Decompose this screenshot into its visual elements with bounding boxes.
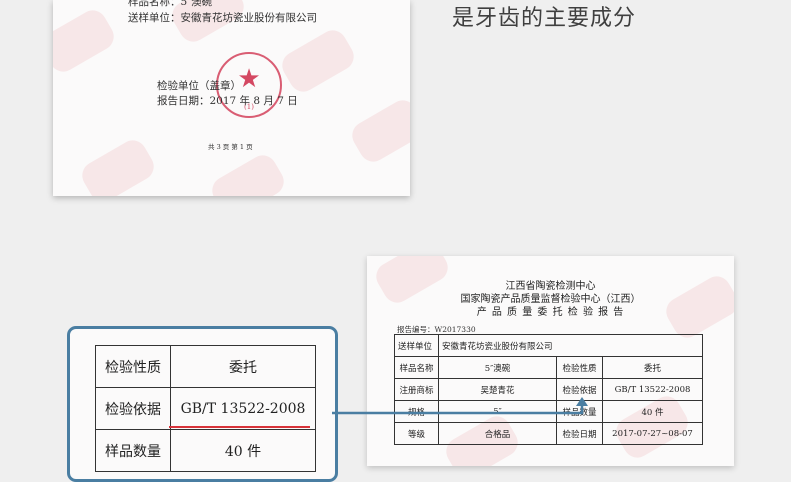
report-table: 送样单位 安徽青花坊瓷业股份有限公司 样品名称 5″澳碗 检验性质 委托 注册商… — [394, 334, 703, 445]
table-cell-value: 5″澳碗 — [438, 356, 557, 379]
inspect-unit-line: 检验单位（盖章） — [157, 80, 241, 92]
zoom-callout: 检验性质 委托 检验依据 GB/T 13522-2008 样品数量 40 件 — [67, 326, 338, 482]
report-title-3: 产 品 质 量 委 托 检 验 报 告 — [476, 307, 625, 318]
headline-text: 是牙齿的主要成分 — [452, 6, 637, 31]
table-row: 等级 合格品 检验日期 2017-07-27~08-07 — [394, 422, 703, 445]
table-cell-value: 委托 — [602, 356, 703, 379]
watermark — [277, 25, 359, 97]
table-cell-value: GB/T 13522-2008 — [602, 378, 703, 401]
table-row: 送样单位 安徽青花坊瓷业股份有限公司 — [394, 334, 703, 357]
sample-name-line: 样品名称：5″澳碗 — [128, 0, 213, 8]
report-date-line: 报告日期：2017 年 8 月 7 日 — [157, 95, 298, 107]
table-cell-label: 样品数量 — [556, 400, 603, 423]
table-cell-label: 等级 — [394, 422, 439, 445]
table-cell-label: 样品名称 — [394, 356, 439, 379]
table-row: 检验性质 委托 — [95, 345, 316, 388]
table-cell-label: 送样单位 — [394, 334, 439, 357]
table-cell-value: 40 件 — [602, 400, 703, 423]
table-cell-value: 合格品 — [438, 422, 557, 445]
zoom-value: 委托 — [170, 345, 316, 388]
table-cell-label: 检验日期 — [556, 422, 603, 445]
table-row: 注册商标 吴楚青花 检验依据 GB/T 13522-2008 — [394, 378, 703, 401]
table-cell-value: 5″ — [438, 400, 557, 423]
sender-line: 送样单位：安徽青花坊瓷业股份有限公司 — [128, 12, 317, 24]
zoom-label: 样品数量 — [95, 429, 171, 472]
inspection-report-page: 江西省陶瓷检测中心 国家陶瓷产品质量监督检验中心（江西） 产 品 质 量 委 托… — [367, 256, 734, 466]
zoom-value: GB/T 13522-2008 — [170, 387, 316, 430]
watermark — [347, 95, 410, 167]
highlight-underline — [169, 426, 310, 428]
zoom-table: 检验性质 委托 检验依据 GB/T 13522-2008 样品数量 40 件 — [95, 345, 316, 472]
table-cell-value: 吴楚青花 — [438, 378, 557, 401]
zoom-label: 检验依据 — [95, 387, 171, 430]
table-cell-label: 注册商标 — [394, 378, 439, 401]
table-row: 规格 5″ 样品数量 40 件 — [394, 400, 703, 423]
watermark — [77, 135, 159, 196]
page-number: 共 3 页 第 1 页 — [208, 143, 253, 151]
table-cell-value: 2017-07-27~08-07 — [602, 422, 703, 445]
zoom-label: 检验性质 — [95, 345, 171, 388]
table-cell-label: 检验依据 — [556, 378, 603, 401]
table-cell-label: 检验性质 — [556, 356, 603, 379]
table-cell-value: 安徽青花坊瓷业股份有限公司 — [438, 334, 703, 357]
watermark — [53, 5, 119, 77]
watermark — [207, 150, 289, 196]
table-row: 样品名称 5″澳碗 检验性质 委托 — [394, 356, 703, 379]
table-cell-label: 规格 — [394, 400, 439, 423]
table-row: 检验依据 GB/T 13522-2008 — [95, 387, 316, 430]
zoom-value: 40 件 — [170, 429, 316, 472]
table-row: 样品数量 40 件 — [95, 429, 316, 472]
certificate-page-top: 样品名称：5″澳碗 送样单位：安徽青花坊瓷业股份有限公司 ★ (1) 检验单位（… — [53, 0, 410, 196]
